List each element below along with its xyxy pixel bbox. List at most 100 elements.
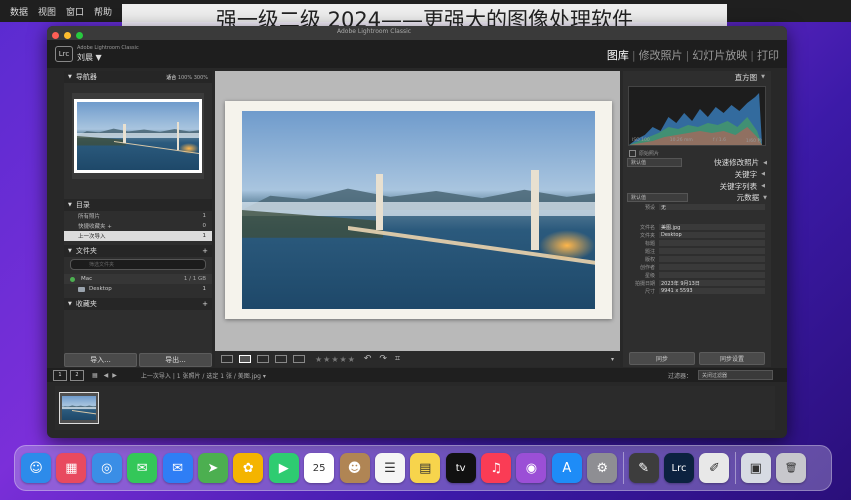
facetime-icon[interactable]: ▶ — [268, 453, 299, 483]
sync-settings-button[interactable]: 同步设置 — [699, 352, 765, 365]
metadata-view-select[interactable]: 默认值 — [627, 193, 688, 202]
catalog-item-quick-collection[interactable]: 快捷收藏夹 + 0 — [64, 221, 212, 231]
module-print[interactable]: 打印 — [757, 49, 779, 62]
compare-view-icon[interactable] — [257, 355, 269, 363]
expand-triangle-icon[interactable]: ◀ — [763, 160, 767, 166]
collapse-triangle-icon[interactable]: ▼ — [763, 195, 767, 201]
messages-icon[interactable]: ✉ — [127, 453, 158, 483]
safari-icon[interactable]: ◎ — [91, 453, 122, 483]
zoom-300[interactable]: 300% — [194, 75, 208, 81]
preview-icon[interactable]: ✎ — [628, 453, 659, 483]
collapse-triangle-icon[interactable]: ▼ — [68, 74, 72, 80]
downloads-icon[interactable]: ▣ — [740, 453, 771, 483]
people-view-icon[interactable] — [293, 355, 305, 363]
survey-view-icon[interactable] — [275, 355, 287, 363]
calendar-icon[interactable]: 25 — [304, 453, 335, 483]
zoom-fit[interactable]: 适合 — [166, 75, 176, 81]
original-photo-checkbox[interactable]: 原始照片 — [623, 149, 771, 157]
add-collection-icon[interactable]: + — [202, 300, 208, 308]
screen-1-button[interactable]: 1 — [53, 369, 67, 381]
lightroom-icon[interactable]: Lrc — [664, 453, 695, 483]
folders-header[interactable]: ▼ 文件夹 + — [64, 245, 212, 257]
tv-icon[interactable]: tv — [445, 453, 476, 483]
catalog-item-previous-import[interactable]: 上一次导入 1 — [64, 231, 212, 241]
metadata-value[interactable]: Desktop — [659, 232, 765, 238]
mail-icon[interactable]: ✉ — [162, 453, 193, 483]
export-button[interactable]: 导出... — [139, 353, 212, 367]
folder-desktop[interactable]: Desktop 1 — [64, 284, 212, 294]
rotate-right-icon[interactable]: ↷ — [379, 354, 387, 364]
zoom-100[interactable]: 100% — [178, 75, 192, 81]
sync-button[interactable]: 同步 — [629, 352, 695, 365]
rating-stars[interactable]: ★★★★★ — [315, 355, 356, 364]
metadata-preset-select[interactable]: 无 — [659, 204, 765, 211]
notes-icon[interactable]: ▤ — [410, 453, 441, 483]
music-icon[interactable]: ♫ — [481, 453, 512, 483]
menu-item-window[interactable]: 窗口 — [66, 5, 84, 18]
trash-icon[interactable]: 🗑 — [776, 453, 807, 483]
contacts-icon[interactable]: ☻ — [339, 453, 370, 483]
appstore-icon[interactable]: A — [551, 453, 582, 483]
module-develop[interactable]: 修改照片 — [639, 49, 683, 62]
filmstrip-breadcrumb[interactable]: 上一次导入 | 1 张照片 / 选定 1 张 / 美图.jpg ▾ — [141, 371, 266, 380]
photos-icon[interactable]: ✿ — [233, 453, 264, 483]
volume-mac[interactable]: Mac 1 / 1 GB — [64, 274, 212, 284]
keyword-list-header[interactable]: 关键字列表 ◀ — [623, 180, 771, 192]
filter-select[interactable]: 关闭过滤器 — [698, 370, 773, 380]
minimize-button[interactable] — [64, 31, 71, 39]
metadata-value[interactable] — [659, 248, 765, 254]
metadata-value[interactable] — [659, 256, 765, 262]
metadata-value[interactable]: 美图.jpg — [659, 224, 765, 231]
loupe-view-icon[interactable] — [239, 355, 251, 363]
forward-arrow-icon[interactable]: ▶ — [112, 372, 117, 379]
metadata-value[interactable]: 9941 x 5593 — [659, 288, 765, 294]
expand-triangle-icon[interactable]: ◀ — [761, 171, 765, 177]
menu-item-data[interactable]: 数据 — [10, 5, 28, 18]
screen-2-button[interactable]: 2 — [70, 369, 84, 381]
import-button[interactable]: 导入... — [64, 353, 137, 367]
metadata-value[interactable] — [659, 272, 765, 278]
maps-icon[interactable]: ➤ — [197, 453, 228, 483]
navigator-preview[interactable] — [72, 93, 204, 179]
back-arrow-icon[interactable]: ◀ — [104, 372, 109, 379]
menu-item-view[interactable]: 视图 — [38, 5, 56, 18]
launchpad-icon[interactable]: ▦ — [56, 453, 87, 483]
folder-search-input[interactable]: 筛选文件夹 — [70, 259, 206, 270]
loupe-view[interactable] — [215, 71, 620, 351]
navigator-header[interactable]: ▼ 导航器 适合 100% 300% — [64, 71, 212, 83]
quick-develop-header[interactable]: 默认值 快速修改照片 ◀ — [623, 157, 771, 168]
metadata-value[interactable]: 2023年 9月13日 — [659, 280, 765, 287]
toolbar-menu-icon[interactable]: ▾ — [611, 356, 614, 363]
filmstrip-thumbnail[interactable] — [59, 392, 99, 424]
rotate-left-icon[interactable]: ↶ — [364, 354, 372, 364]
finder-icon[interactable]: ☺ — [21, 453, 51, 483]
crop-icon[interactable]: ⌗ — [395, 354, 400, 364]
zoom-button[interactable] — [76, 31, 83, 39]
metadata-header[interactable]: 默认值 元数据 ▼ — [623, 192, 771, 203]
expand-triangle-icon[interactable]: ◀ — [761, 183, 765, 189]
checkbox-icon[interactable] — [629, 149, 636, 157]
main-photo[interactable] — [242, 111, 595, 309]
reminders-icon[interactable]: ☰ — [374, 453, 405, 483]
catalog-item-all-photos[interactable]: 所有照片 1 — [64, 211, 212, 221]
podcasts-icon[interactable]: ◉ — [516, 453, 547, 483]
settings-icon[interactable]: ⚙ — [587, 453, 618, 483]
collapse-triangle-icon[interactable]: ▼ — [761, 74, 765, 80]
menu-item-help[interactable]: 帮助 — [94, 5, 112, 18]
collections-header[interactable]: ▼ 收藏夹 + — [64, 298, 212, 310]
metadata-value[interactable] — [659, 240, 765, 246]
textedit-icon[interactable]: ✐ — [699, 453, 730, 483]
collapse-triangle-icon[interactable]: ▼ — [68, 202, 72, 208]
grid-view-icon[interactable] — [221, 355, 233, 363]
collapse-triangle-icon[interactable]: ▼ — [68, 301, 72, 307]
catalog-header[interactable]: ▼ 目录 — [64, 199, 212, 211]
metadata-value[interactable] — [659, 264, 765, 270]
histogram-header[interactable]: 直方图 ▼ — [623, 71, 771, 83]
keywording-header[interactable]: 关键字 ◀ — [623, 168, 771, 180]
user-name[interactable]: 刘晨 ▼ — [77, 52, 102, 63]
grid-icon[interactable]: ▦ — [92, 372, 98, 379]
add-folder-icon[interactable]: + — [202, 247, 208, 255]
module-library[interactable]: 图库 — [607, 49, 629, 62]
collapse-triangle-icon[interactable]: ▼ — [68, 248, 72, 254]
close-button[interactable] — [52, 31, 59, 39]
